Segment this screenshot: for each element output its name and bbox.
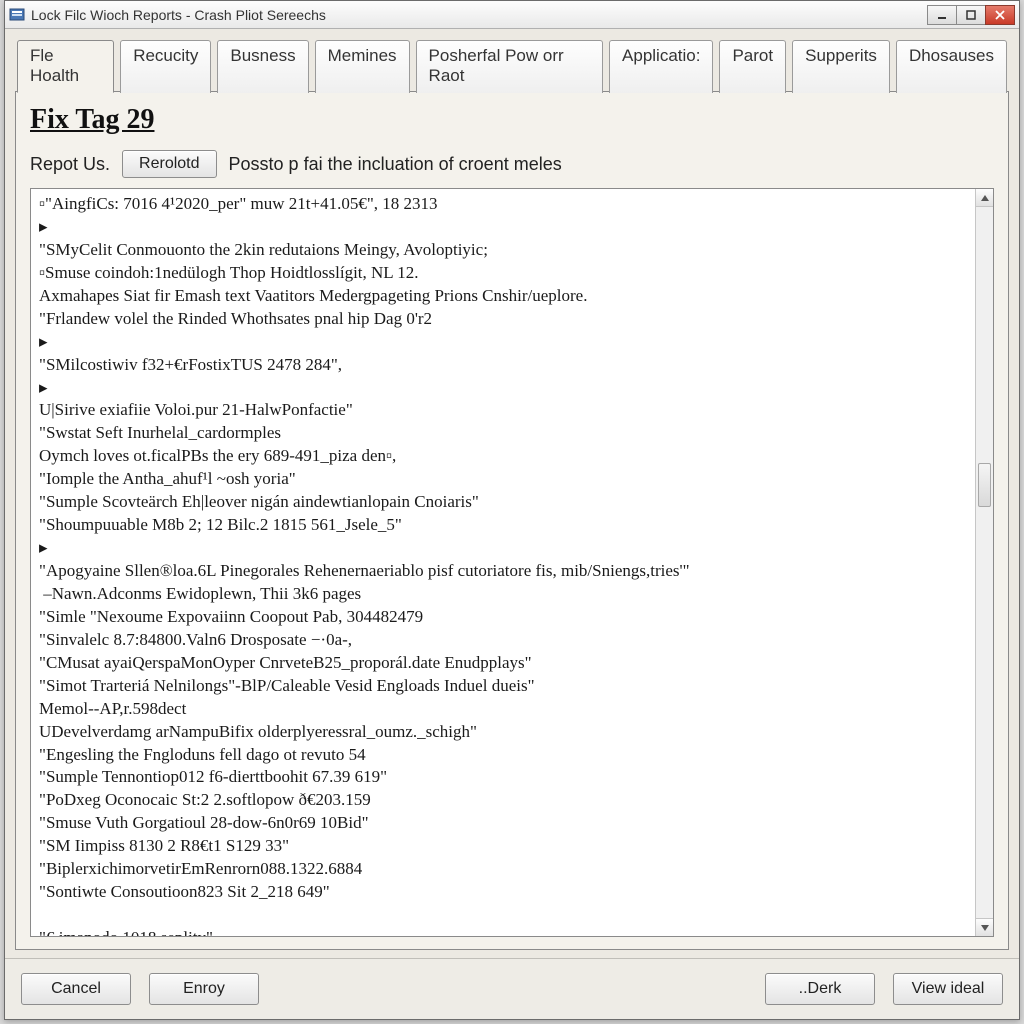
scroll-down-button[interactable] <box>976 918 993 936</box>
vertical-scrollbar[interactable] <box>975 189 993 936</box>
view-ideal-button[interactable]: View ideal <box>893 973 1003 1005</box>
tab-applicatio[interactable]: Applicatio: <box>609 40 713 93</box>
tab-supperits[interactable]: Supperits <box>792 40 890 93</box>
toolbar-hint: Possto p fai the incluation of croent me… <box>229 154 562 175</box>
scroll-up-button[interactable] <box>976 189 993 207</box>
window-title: Lock Filc Wioch Reports - Crash Pliot Se… <box>31 7 326 23</box>
tab-dhosauses[interactable]: Dhosauses <box>896 40 1007 93</box>
tab-busness[interactable]: Busness <box>217 40 308 93</box>
tab-strip: Fle Hoalth Recucity Busness Memines Posh… <box>15 39 1009 92</box>
scroll-track[interactable] <box>976 207 993 918</box>
scroll-thumb[interactable] <box>978 463 991 507</box>
title-bar: Lock Filc Wioch Reports - Crash Pliot Se… <box>5 1 1019 29</box>
toolbar-row: Repot Us. Rerolotd Possto p fai the incl… <box>30 150 994 178</box>
tab-fle-hoalth[interactable]: Fle Hoalth <box>17 40 114 93</box>
rerolotd-button[interactable]: Rerolotd <box>122 150 216 178</box>
client-area: Fle Hoalth Recucity Busness Memines Posh… <box>5 29 1019 958</box>
log-view[interactable]: ▫"AingfiCs: 7016 4¹2020_per" muw 21t+41.… <box>31 189 975 936</box>
tab-recucity[interactable]: Recucity <box>120 40 211 93</box>
tab-panel: Fix Tag 29 Repot Us. Rerolotd Possto p f… <box>15 91 1009 950</box>
window-buttons <box>928 5 1015 25</box>
app-window: Lock Filc Wioch Reports - Crash Pliot Se… <box>4 0 1020 1020</box>
enroy-button[interactable]: Enroy <box>149 973 259 1005</box>
cancel-button[interactable]: Cancel <box>21 973 131 1005</box>
tab-parot[interactable]: Parot <box>719 40 786 93</box>
page-heading: Fix Tag 29 <box>30 104 994 136</box>
log-container: ▫"AingfiCs: 7016 4¹2020_per" muw 21t+41.… <box>30 188 994 937</box>
derk-button[interactable]: ..Derk <box>765 973 875 1005</box>
maximize-button[interactable] <box>956 5 986 25</box>
tab-memines[interactable]: Memines <box>315 40 410 93</box>
repot-label: Repot Us. <box>30 154 110 175</box>
tab-posherfal[interactable]: Posherfal Pow orr Raot <box>416 40 603 93</box>
close-button[interactable] <box>985 5 1015 25</box>
app-icon <box>9 7 25 23</box>
dialog-footer: Cancel Enroy ..Derk View ideal <box>5 958 1019 1019</box>
minimize-button[interactable] <box>927 5 957 25</box>
